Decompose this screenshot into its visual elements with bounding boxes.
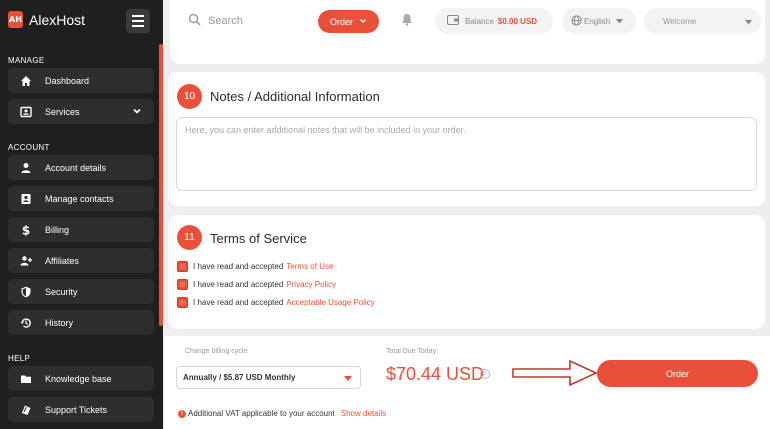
brand[interactable]: AH AlexHost <box>8 11 85 28</box>
dollar-icon: $ <box>19 223 33 237</box>
sidebar-item-knowledge-base[interactable]: Knowledge base <box>8 366 154 391</box>
wallet-icon <box>447 15 459 27</box>
sidebar-item-label: Support Tickets <box>45 404 108 415</box>
privacy-policy-link[interactable]: Privacy Policy <box>286 280 336 289</box>
user-menu[interactable]: Welcome <box>644 8 761 34</box>
sidebar-item-security[interactable]: Security <box>8 279 154 304</box>
svg-text:$: $ <box>22 224 30 236</box>
vat-notice: ! Additional VAT applicable to your acco… <box>178 409 386 418</box>
billing-cycle-label: Change billing cycle <box>185 348 248 355</box>
sidebar: AH AlexHost MANAGE Dashboard Services AC… <box>0 0 163 429</box>
alert-icon: ! <box>178 409 186 418</box>
vat-text: Additional VAT applicable to your accoun… <box>188 409 335 418</box>
home-icon <box>19 74 33 88</box>
sidebar-item-label: Account details <box>45 162 107 173</box>
order-button[interactable]: Order <box>597 360 758 387</box>
privacy-policy-row[interactable]: I have read and accepted Privacy Policy <box>177 278 336 290</box>
acceptable-usage-link[interactable]: Acceptable Usage Policy <box>286 298 375 307</box>
language-label: English <box>584 16 611 26</box>
brand-logo-icon: AH <box>8 11 23 28</box>
sidebar-item-services[interactable]: Services <box>8 99 154 124</box>
terms-prefix: I have read and accepted <box>193 261 284 271</box>
order-dropdown-label: Order <box>329 16 353 27</box>
search-input[interactable] <box>206 10 296 32</box>
sidebar-item-account-details[interactable]: Account details <box>8 155 154 180</box>
folder-icon <box>19 372 33 386</box>
welcome-label: Welcome <box>663 16 697 26</box>
sidebar-item-history[interactable]: History <box>8 310 154 335</box>
sidebar-item-affiliates[interactable]: Affiliates <box>8 248 154 273</box>
sidebar-item-label: Affiliates <box>45 255 79 266</box>
show-details-link[interactable]: Show details <box>341 409 386 418</box>
chevron-down-icon[interactable] <box>132 106 142 118</box>
terms-of-use-link[interactable]: Terms of Use <box>286 262 333 271</box>
order-dropdown-button[interactable]: Order <box>318 10 379 33</box>
acceptable-usage-row[interactable]: I have read and accepted Acceptable Usag… <box>177 296 375 308</box>
history-icon <box>19 316 33 330</box>
caret-down-icon <box>745 18 752 27</box>
terms-title: Terms of Service <box>210 231 307 246</box>
globe-icon <box>571 14 582 28</box>
notes-title: Notes / Additional Information <box>210 89 380 104</box>
terms-of-use-checkbox[interactable] <box>177 260 188 272</box>
terms-prefix: I have read and accepted <box>193 297 284 307</box>
sidebar-item-label: History <box>45 317 74 328</box>
sidebar-item-label: Dashboard <box>45 75 90 86</box>
balance-label: Balance <box>465 16 494 26</box>
billing-cycle-value: Annually / $5.87 USD Monthly <box>183 373 296 382</box>
caret-down-icon <box>616 17 624 26</box>
brand-name: AlexHost <box>29 11 86 28</box>
sidebar-item-manage-contacts[interactable]: Manage contacts <box>8 186 154 211</box>
step-badge-terms: 11 <box>177 225 202 250</box>
chevron-down-icon <box>359 17 367 27</box>
sidebar-item-label: Security <box>45 286 78 297</box>
sidebar-item-label: Knowledge base <box>45 373 112 384</box>
total-due-label: Total Due Today: <box>386 348 439 355</box>
sidebar-item-support-tickets[interactable]: Support Tickets <box>8 397 154 422</box>
shield-icon <box>19 285 33 299</box>
balance-pill[interactable]: Balance $0.00 USD <box>435 8 553 34</box>
acceptable-usage-checkbox[interactable] <box>177 296 188 308</box>
sidebar-item-label: Services <box>45 106 80 117</box>
search-icon[interactable] <box>188 13 201 31</box>
balance-value: $0.00 USD <box>497 16 538 26</box>
sidebar-item-dashboard[interactable]: Dashboard <box>8 68 154 93</box>
terms-prefix: I have read and accepted <box>193 279 284 289</box>
language-selector[interactable]: English <box>562 8 636 34</box>
step-badge-notes: 10 <box>177 84 202 109</box>
help-icon[interactable]: ? <box>480 369 490 379</box>
services-icon <box>19 105 33 119</box>
user-icon <box>19 161 33 175</box>
bell-icon[interactable] <box>401 13 413 31</box>
total-due-amount: $70.44 USD <box>386 364 485 384</box>
privacy-policy-checkbox[interactable] <box>177 278 188 290</box>
sidebar-item-billing[interactable]: $ Billing <box>8 217 154 242</box>
annotation-arrow-icon <box>512 359 598 392</box>
contacts-icon <box>19 192 33 206</box>
affiliates-icon <box>19 254 33 268</box>
sidebar-item-label: Billing <box>45 224 70 235</box>
ticket-icon <box>19 403 33 417</box>
section-label-manage: MANAGE <box>8 56 45 65</box>
sidebar-scroll-indicator <box>159 44 163 326</box>
section-label-help: HELP <box>8 354 31 363</box>
menu-toggle-button[interactable] <box>126 9 150 33</box>
notes-textarea[interactable] <box>176 117 757 191</box>
billing-cycle-select[interactable]: Annually / $5.87 USD Monthly <box>176 366 361 389</box>
sidebar-item-label: Manage contacts <box>45 193 114 204</box>
section-label-account: ACCOUNT <box>8 143 50 152</box>
terms-of-use-row[interactable]: I have read and accepted Terms of Use <box>177 260 333 272</box>
caret-down-icon <box>344 376 352 381</box>
